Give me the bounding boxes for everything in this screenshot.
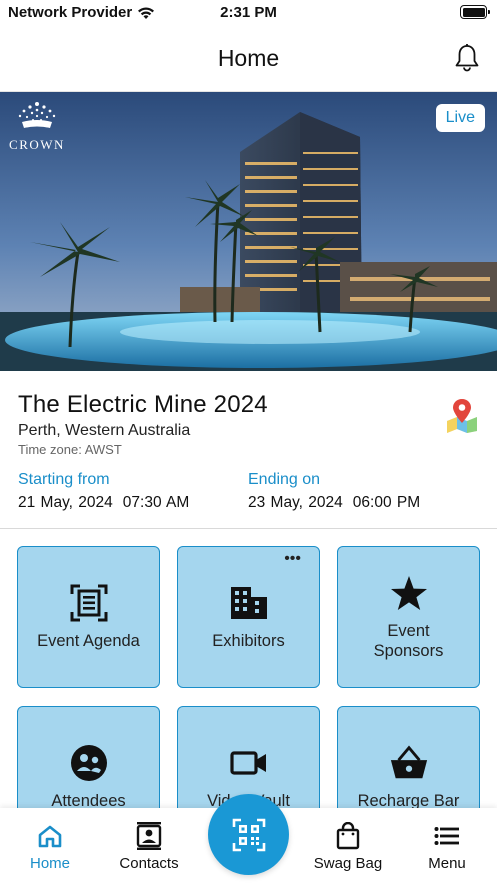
star-icon [389,573,429,613]
crown-brand-text: CROWN [9,137,65,152]
tile-label: Attendees [51,792,126,808]
start-time: 07:30 AM [122,494,190,511]
tab-label: Home [29,855,70,872]
end-date-value: 23 May, 2024 06:00 PM [248,494,478,512]
event-dates: Starting from 21 May, 2024 07:30 AM Endin… [18,471,479,512]
status-bar: Network Provider 2:31 PM [0,0,497,26]
event-location: Perth, Western Australia [18,422,191,439]
end-date-label: Ending on [248,471,321,488]
tile-label: Event Sponsors [373,622,444,660]
start-date-label: Starting from [18,471,110,488]
page-title: Home [217,45,280,71]
tile-event-sponsors[interactable]: Event Sponsors [337,546,480,688]
tile-attendees[interactable]: Attendees [17,706,160,808]
menu-icon [433,822,461,850]
agenda-icon [69,583,109,623]
tile-label: Exhibitors [212,632,285,650]
tab-swag-bag[interactable]: Swag Bag [308,808,388,883]
end-time: 06:00 PM [352,494,421,511]
tab-menu[interactable]: Menu [417,808,477,883]
feature-tiles: Event Agenda ••• Exhibitors Event Sponso… [17,546,481,808]
start-date-block: Starting from 21 May, 2024 07:30 AM [18,471,248,512]
event-title: The Electric Mine 2024 [18,391,268,418]
tile-exhibitors[interactable]: ••• Exhibitors [177,546,320,688]
video-icon [229,743,269,783]
tile-event-agenda[interactable]: Event Agenda [17,546,160,688]
start-date: 21 May, 2024 [18,494,113,511]
hotel-photo [0,92,497,371]
battery-icon [460,5,490,19]
qr-scan-icon [232,818,265,851]
basket-icon [389,743,429,783]
tab-label: Menu [428,855,466,872]
tile-video-vault[interactable]: Video Vault [177,706,320,808]
attendees-icon [69,743,109,783]
start-date-value: 21 May, 2024 07:30 AM [18,494,248,512]
event-timezone: Time zone: AWST [18,442,122,457]
top-app-bar: Home [0,26,497,92]
bell-icon[interactable] [453,43,481,73]
shopping-bag-icon [334,822,362,850]
end-date: 23 May, 2024 [248,494,343,511]
live-badge: Live [435,104,485,132]
tile-recharge-bar[interactable]: Recharge Bar [337,706,480,808]
event-hero-image: CROWN Live [0,92,497,371]
crown-logo: CROWN [8,100,66,153]
tile-label: Event Agenda [37,632,140,650]
event-info: The Electric Mine 2024 Perth, Western Au… [0,371,497,529]
status-time: 2:31 PM [220,4,277,21]
crown-icon [18,102,56,128]
tab-contacts[interactable]: Contacts [110,808,188,883]
tab-home[interactable]: Home [20,808,80,883]
tab-label: Contacts [119,855,179,872]
building-icon [229,583,269,623]
map-pin-icon[interactable] [445,397,479,433]
end-date-block: Ending on 23 May, 2024 06:00 PM [248,471,478,512]
more-options-icon[interactable]: ••• [284,551,301,567]
qr-scan-button[interactable] [208,794,289,875]
home-icon [36,822,64,850]
tab-label: Swag Bag [313,855,383,872]
tile-label: Recharge Bar [357,792,460,808]
contacts-icon [135,822,163,850]
